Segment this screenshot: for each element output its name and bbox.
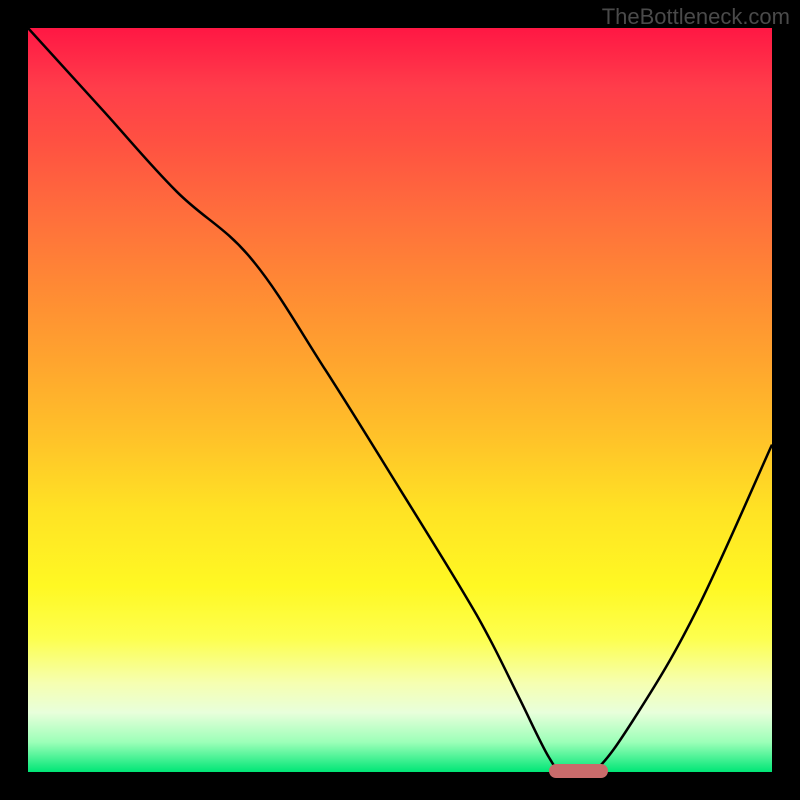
bottleneck-curve xyxy=(28,28,772,772)
chart-plot-area xyxy=(28,28,772,772)
optimal-marker xyxy=(549,764,609,778)
watermark-text: TheBottleneck.com xyxy=(602,4,790,30)
